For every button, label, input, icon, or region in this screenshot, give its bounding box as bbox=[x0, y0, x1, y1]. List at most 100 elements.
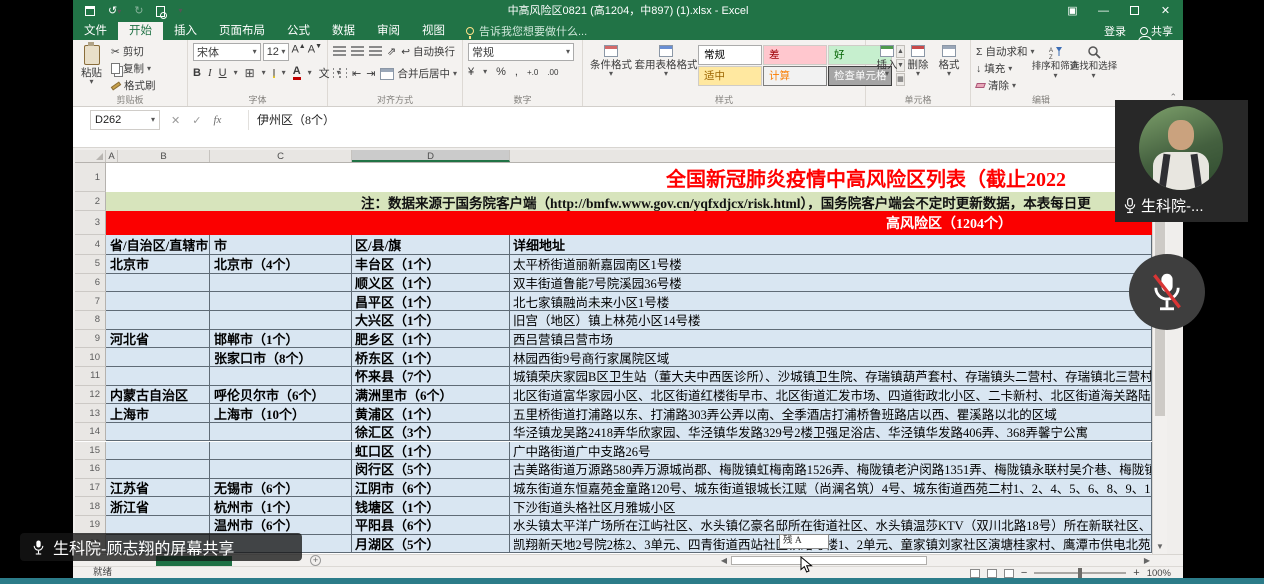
format-painter-button[interactable]: 格式刷 bbox=[111, 77, 156, 94]
align-right-icon[interactable] bbox=[346, 68, 347, 79]
shrink-font-icon[interactable]: A▼ bbox=[308, 43, 322, 61]
redo-icon[interactable]: ↻ bbox=[134, 6, 143, 17]
insert-function-icon[interactable]: fx bbox=[213, 114, 221, 126]
cell-city[interactable]: 无锡市（6个） bbox=[210, 479, 352, 498]
cell-district[interactable]: 大兴区（1个） bbox=[352, 311, 510, 330]
align-bottom-icon[interactable] bbox=[369, 46, 382, 57]
row-number[interactable]: 14 bbox=[75, 423, 106, 442]
row-number[interactable]: 11 bbox=[75, 367, 106, 386]
cell-district[interactable]: 江阴市（6个） bbox=[352, 479, 510, 498]
cell-city[interactable]: 杭州市（1个） bbox=[210, 497, 352, 516]
row-number[interactable]: 13 bbox=[75, 404, 106, 423]
tell-me-search[interactable]: 告诉我您想要做什么... bbox=[466, 22, 587, 40]
horizontal-scrollbar[interactable] bbox=[731, 556, 927, 565]
signin-button[interactable]: 登录 bbox=[1104, 23, 1126, 39]
row-number[interactable]: 9 bbox=[75, 330, 106, 349]
cell-detail[interactable]: 华泾镇龙吴路2418弄华欣家园、华泾镇华发路329号2楼卫强足浴店、华泾镇华发路… bbox=[510, 423, 1152, 442]
decrease-decimal-icon[interactable]: .00 bbox=[547, 68, 558, 77]
conditional-formatting-button[interactable]: 条件格式 ▾ bbox=[588, 43, 634, 78]
cell-district[interactable]: 黄浦区（1个） bbox=[352, 404, 510, 423]
print-preview-icon[interactable] bbox=[156, 6, 165, 17]
zoom-slider-thumb[interactable] bbox=[1078, 568, 1082, 578]
row-number[interactable]: 19 bbox=[75, 516, 106, 535]
restore-button[interactable] bbox=[1119, 0, 1150, 22]
scroll-down-icon[interactable]: ▼ bbox=[1153, 540, 1167, 554]
sheet-note-cell[interactable]: 注：数据来源于国务院客户端（http://bmfw.www.gov.cn/yqf… bbox=[106, 192, 1152, 211]
cell-province[interactable] bbox=[106, 423, 210, 442]
align-left-icon[interactable] bbox=[333, 68, 334, 79]
sheet-title-cell[interactable]: 全国新冠肺炎疫情中高风险区列表（截止2022 bbox=[106, 163, 1152, 192]
cell-detail[interactable]: 水头镇太平洋广场所在江屿社区、水头镇亿豪名邸所在街道社区、水头镇温莎KTV（双川… bbox=[510, 516, 1152, 535]
column-header-C[interactable]: C bbox=[210, 150, 352, 162]
cell-province[interactable] bbox=[106, 311, 210, 330]
high-risk-banner-cell[interactable]: 高风险区（1204个） bbox=[106, 211, 1152, 235]
clear-button[interactable]: 清除▾ bbox=[976, 77, 1035, 94]
page-layout-view-icon[interactable] bbox=[987, 569, 997, 578]
cell-district[interactable]: 满洲里市（6个） bbox=[352, 386, 510, 405]
fill-button[interactable]: ↓填充▾ bbox=[976, 60, 1035, 77]
cell-detail[interactable]: 北七家镇融尚未来小区1号楼 bbox=[510, 292, 1152, 311]
cell-province[interactable] bbox=[106, 367, 210, 386]
cell-province[interactable] bbox=[106, 292, 210, 311]
cut-button[interactable]: ✂剪切 bbox=[111, 43, 156, 60]
format-as-table-button[interactable]: 套用表格格式 ▾ bbox=[638, 43, 694, 78]
save-icon[interactable] bbox=[85, 6, 95, 16]
cell-province[interactable] bbox=[106, 460, 210, 479]
header-detail-cell[interactable]: 详细地址 bbox=[510, 235, 1152, 255]
normal-view-icon[interactable] bbox=[970, 569, 980, 578]
cell-district[interactable]: 肥乡区（1个） bbox=[352, 330, 510, 349]
tab-开始[interactable]: 开始 bbox=[118, 22, 163, 40]
borders-icon[interactable]: ⊞ bbox=[245, 67, 255, 79]
row-number[interactable]: 18 bbox=[75, 497, 106, 516]
row-number[interactable]: 16 bbox=[75, 460, 106, 479]
formula-content[interactable]: 伊州区（8个） bbox=[248, 110, 1173, 130]
column-header-B[interactable]: B bbox=[118, 150, 210, 162]
cell-detail[interactable]: 林园西街9号商行家属院区域 bbox=[510, 348, 1152, 367]
cell-district[interactable]: 丰台区（1个） bbox=[352, 255, 510, 274]
accounting-format-icon[interactable]: ¥ bbox=[468, 66, 474, 78]
participant-video-tile[interactable]: 生科院-... bbox=[1115, 100, 1248, 222]
header-district-cell[interactable]: 区/县/旗 bbox=[352, 235, 510, 255]
comma-icon[interactable]: , bbox=[515, 66, 518, 78]
column-header-D[interactable]: D bbox=[352, 150, 510, 162]
close-button[interactable]: ✕ bbox=[1150, 0, 1181, 22]
cancel-entry-icon[interactable]: ✕ bbox=[171, 114, 180, 127]
percent-icon[interactable]: % bbox=[496, 66, 506, 78]
row-number[interactable]: 10 bbox=[75, 348, 106, 367]
cell-district[interactable]: 昌平区（1个） bbox=[352, 292, 510, 311]
cell-city[interactable]: 邯郸市（1个） bbox=[210, 330, 352, 349]
paste-button[interactable]: 粘贴 ▾ bbox=[78, 43, 105, 94]
cell-detail[interactable]: 城东街道东恒嘉苑金童路120号、城东街道银城长江赋（尚澜名筑）4号、城东街道西苑… bbox=[510, 479, 1152, 498]
style-neutral[interactable]: 适中 bbox=[698, 66, 762, 86]
insert-cells-button[interactable]: 插入▾ bbox=[874, 43, 901, 78]
bold-button[interactable]: B bbox=[193, 67, 201, 79]
cell-province[interactable] bbox=[106, 442, 210, 461]
cell-district[interactable]: 闵行区（5个） bbox=[352, 460, 510, 479]
row-number[interactable]: 3 bbox=[75, 211, 106, 235]
cell-city[interactable] bbox=[210, 460, 352, 479]
orientation-icon[interactable]: ⇗ bbox=[387, 45, 396, 58]
style-normal[interactable]: 常规 bbox=[698, 45, 762, 65]
cell-detail[interactable]: 凯翔新天地2号院2栋2、3单元、四青街道西站社区铁路号楼1、2单元、童家镇刘家社… bbox=[510, 535, 1152, 554]
customize-qat-icon[interactable]: ▾ bbox=[178, 7, 182, 15]
cell-province[interactable]: 内蒙古自治区 bbox=[106, 386, 210, 405]
cell-province[interactable]: 江苏省 bbox=[106, 479, 210, 498]
increase-decimal-icon[interactable]: +.0 bbox=[527, 68, 538, 77]
share-button[interactable]: 共享 bbox=[1140, 23, 1173, 39]
tab-审阅[interactable]: 审阅 bbox=[366, 22, 411, 40]
sort-filter-button[interactable]: AZ 排序和筛选▾ bbox=[1039, 43, 1073, 94]
italic-button[interactable]: I bbox=[208, 67, 212, 79]
align-middle-icon[interactable] bbox=[351, 46, 364, 57]
format-cells-button[interactable]: 格式▾ bbox=[936, 43, 963, 78]
row-number[interactable]: 17 bbox=[75, 479, 106, 498]
number-format-combo[interactable]: 常规▾ bbox=[468, 43, 574, 61]
tab-文件[interactable]: 文件 bbox=[73, 22, 118, 40]
cell-district[interactable]: 月湖区（5个） bbox=[352, 535, 510, 554]
cell-city[interactable]: 呼伦贝尔市（6个） bbox=[210, 386, 352, 405]
cell-detail[interactable]: 城镇荣庆家园B区卫生站（董大夫中西医诊所）、沙城镇卫生院、存瑞镇葫芦套村、存瑞镇… bbox=[510, 367, 1152, 386]
confirm-entry-icon[interactable]: ✓ bbox=[192, 114, 201, 127]
zoom-slider[interactable] bbox=[1034, 572, 1126, 574]
cell-city[interactable] bbox=[210, 311, 352, 330]
cell-district[interactable]: 平阳县（6个） bbox=[352, 516, 510, 535]
cell-detail[interactable]: 五里桥街道打浦路以东、打浦路303弄公弄以南、全季酒店打浦桥鲁班路店以西、瞿溪路… bbox=[510, 404, 1152, 423]
